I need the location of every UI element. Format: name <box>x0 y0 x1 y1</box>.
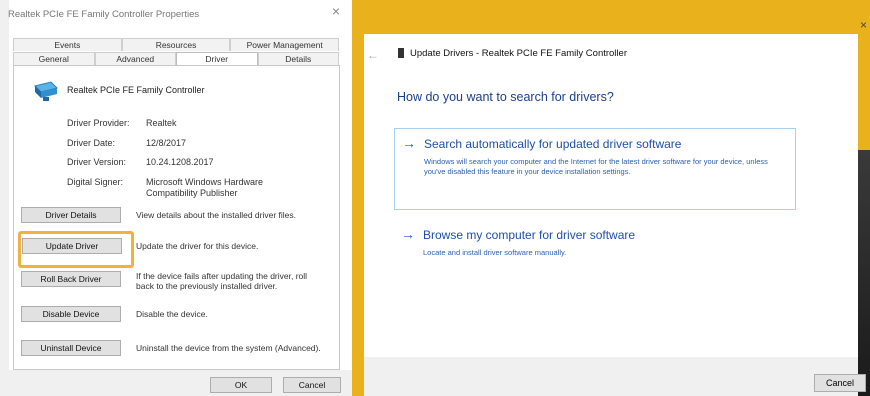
search-automatically-option[interactable]: → Search automatically for updated drive… <box>394 128 796 210</box>
wizard-title: Update Drivers - Realtek PCIe FE Family … <box>410 48 627 59</box>
network-adapter-icon <box>34 81 58 101</box>
tab-driver[interactable]: Driver <box>176 52 258 65</box>
tab-advanced[interactable]: Advanced <box>94 52 176 65</box>
uninstall-device-desc: Uninstall the device from the system (Ad… <box>136 343 321 353</box>
wizard-cancel-button[interactable]: Cancel <box>814 374 866 392</box>
dialog-title: Realtek PCIe FE Family Controller Proper… <box>8 9 200 20</box>
digital-signer-label: Digital Signer: <box>67 177 124 187</box>
disable-device-button[interactable]: Disable Device <box>21 306 121 322</box>
back-arrow-icon[interactable]: ← <box>367 48 379 62</box>
wizard-body <box>364 34 858 396</box>
driver-details-desc: View details about the installed driver … <box>136 210 297 220</box>
ok-button[interactable]: OK <box>210 377 272 393</box>
tab-resources[interactable]: Resources <box>121 38 231 51</box>
option-title: Search automatically for updated driver … <box>424 137 682 151</box>
driver-date-label: Driver Date: <box>67 138 116 148</box>
dialog-close-button[interactable]: × <box>328 3 344 19</box>
option-title: Browse my computer for driver software <box>423 228 636 242</box>
update-driver-highlight <box>18 231 134 268</box>
uninstall-device-button[interactable]: Uninstall Device <box>21 340 121 356</box>
arrow-right-icon: → <box>402 135 416 151</box>
driver-version-label: Driver Version: <box>67 157 127 167</box>
dialog-gutter <box>0 0 9 396</box>
properties-dialog: Realtek PCIe FE Family Controller Proper… <box>0 0 352 396</box>
driver-version-value: 10.24.1208.2017 <box>146 157 214 167</box>
arrow-right-icon: → <box>401 226 415 242</box>
wizard-question: How do you want to search for drivers? <box>397 90 614 104</box>
roll-back-driver-button[interactable]: Roll Back Driver <box>21 271 121 287</box>
tab-details[interactable]: Details <box>257 52 339 65</box>
background-edge <box>858 150 870 396</box>
driver-details-button[interactable]: Driver Details <box>21 207 121 223</box>
option-description: Windows will search your computer and th… <box>424 157 768 176</box>
device-icon <box>398 48 404 58</box>
disable-device-desc: Disable the device. <box>136 309 208 319</box>
tabs-row-1: Events Resources Power Management <box>13 38 340 51</box>
tab-general[interactable]: General <box>13 52 95 65</box>
device-name: Realtek PCIe FE Family Controller <box>67 85 205 95</box>
roll-back-driver-desc: If the device fails after updating the d… <box>136 271 308 291</box>
tab-events[interactable]: Events <box>13 38 122 51</box>
update-driver-desc: Update the driver for this device. <box>136 241 259 251</box>
tabs-row-2: General Advanced Driver Details <box>13 52 339 65</box>
wizard-footer <box>364 357 858 396</box>
tab-power-management[interactable]: Power Management <box>230 38 340 51</box>
driver-provider-value: Realtek <box>146 118 177 128</box>
option-description: Locate and install driver software manua… <box>423 248 567 257</box>
digital-signer-value: Microsoft Windows Hardware Compatibility… <box>146 177 264 198</box>
wizard-close-button[interactable]: × <box>860 18 867 32</box>
driver-date-value: 12/8/2017 <box>146 138 187 148</box>
browse-computer-option[interactable]: → Browse my computer for driver software… <box>394 220 796 264</box>
driver-provider-label: Driver Provider: <box>67 118 130 128</box>
dialog-cancel-button[interactable]: Cancel <box>283 377 341 393</box>
